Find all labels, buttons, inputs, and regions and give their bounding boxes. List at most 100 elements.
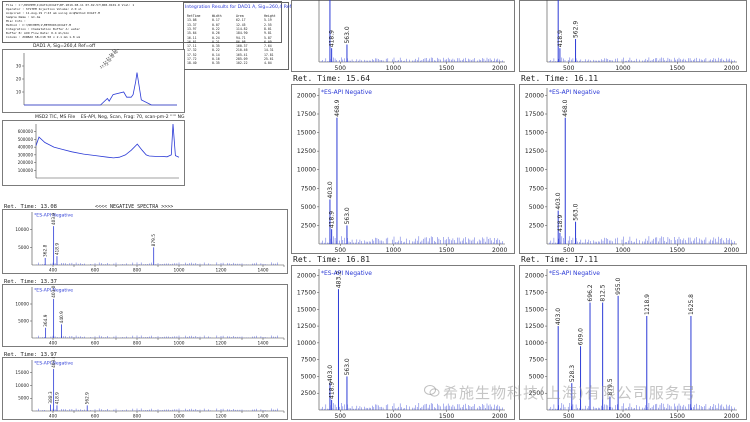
y-tick-label: 500000 [18,137,34,142]
y-tick-label: 15000 [525,130,544,137]
y-tick-label: 10000 [525,340,544,347]
rt-label-16-81: Ret. Time: 16.81 [293,255,371,264]
spectrum-top-right-partial: 500100015002000403.0418.9562.9 [519,0,747,72]
x-tick-label: 500 [335,65,347,72]
x-tick-label: 1200 [216,340,227,346]
peak-label: 403.0 [51,357,57,368]
peak-label: 955.0 [615,277,622,294]
y-tick-label: 300000 [18,152,34,157]
dad-chromatogram: 10203017.7217.5217.3218.4013.9715.64 [2,49,185,113]
report-page: File : C:\HPCHEM\1\DATA\DIGIT\BF-2019-08… [0,0,750,422]
x-tick-label: 1000 [386,413,401,420]
y-tick-label: 5000 [18,245,29,251]
peak-label: 563.0 [344,358,351,375]
integration-cell: 102.22 [236,61,248,66]
y-tick-label: 15000 [15,370,29,376]
peak-label: 468.0 [562,99,569,116]
y-tick-label: 5000 [529,204,544,211]
peak-label: 563.0 [344,26,351,43]
peak-label: 388.3 [48,391,54,404]
x-tick-label: 2000 [492,413,507,420]
peak-label: 403.0 [327,181,334,198]
es-api-label: *ES-API Negative [549,89,600,96]
peak-label: 1218.9 [644,294,651,315]
wechat-logo-icon [424,385,440,397]
x-tick-label: 400 [49,267,57,273]
y-tick-label: 12500 [525,323,544,330]
x-tick-label: 500 [335,247,347,254]
peak-label: 562.9 [573,21,580,38]
tic-chromatogram: 100000 200000 300000 400000 500000 600000 [2,120,185,186]
y-tick-label: 20000 [525,273,544,280]
peak-label: 418.9 [329,30,336,47]
x-tick-label: 400 [49,340,57,346]
y-tick-label: 20000 [525,92,544,99]
peak-label: 483.2 [335,271,342,288]
y-tick-label: 17500 [525,111,544,118]
y-tick-label: 10000 [15,301,29,307]
y-tick-label: 5000 [529,373,544,380]
peak-label: 364.9 [43,314,49,327]
spectrum-13-97: *ES-API Negative50001000015000400 600 800 1… [2,357,288,420]
peak-label: 418.9 [54,243,60,256]
peak-label: 528.3 [569,365,576,382]
peak-label: 1625.8 [688,294,695,315]
integration-cell: 0.35 [212,61,220,66]
y-tick-label: 7500 [301,185,316,192]
x-tick-label: 1400 [258,340,269,346]
x-tick-label: 1200 [216,413,227,419]
panel-frame [291,0,515,72]
peak-label: 403.0 [51,213,57,226]
x-tick-label: 1000 [174,340,185,346]
x-tick-label: 500 [335,413,347,420]
es-api-label: *ES-API Negative [321,270,372,277]
y-tick-label: 5000 [301,204,316,211]
y-tick-label: 7500 [301,357,316,364]
panel-frame [2,49,185,113]
x-tick-label: 600 [91,267,99,273]
y-tick-label: 17500 [297,290,316,297]
x-tick-label: 500 [563,413,575,420]
rt-label-16-11: Ret. Time: 16.11 [521,74,599,83]
x-tick-label: 500 [563,247,575,254]
y-tick-label: 17500 [525,290,544,297]
y-tick-label: 17500 [297,111,316,118]
peak-label: 440.9 [59,311,65,324]
peak-label: 879.5 [151,234,157,247]
y-tick-label: 200000 [18,160,34,165]
integration-cell: 4.04 [264,61,272,66]
y-tick-label: 5000 [18,396,29,402]
peak-label: 403.0 [555,308,562,325]
x-tick-label: 2000 [492,65,507,72]
x-tick-label: 1000 [615,65,630,72]
x-tick-label: 800 [133,340,141,346]
x-tick-label: 800 [133,267,141,273]
header-line: Column : ZORBAX SB-C18 50 x 2.1 mm 1.8 u… [6,35,81,39]
peak-label: 562.9 [85,392,91,405]
peak-label: 563.0 [344,207,351,224]
x-tick-label: 500 [563,65,575,72]
x-tick-label: 1500 [670,247,685,254]
spectrum-13-08: *ES-API Negative500010000400 600 800 1000 12… [2,209,288,274]
spectrum-15-64: *ES-API Negative 2500 5000 7500 10000 12500 15… [291,84,515,254]
y-tick-label: 5000 [18,318,29,324]
x-tick-label: 1500 [439,247,454,254]
x-tick-label: 1000 [615,247,630,254]
y-tick-label: 2500 [529,222,544,229]
es-api-label: *ES-API Negative [549,270,600,277]
y-tick-label: 20000 [297,273,316,280]
x-tick-label: 400 [49,413,57,419]
y-tick-label: 400000 [18,145,34,150]
rt-label-15-64: Ret. Time: 15.64 [293,74,371,83]
y-tick-label: 5000 [301,373,316,380]
spectrum-top-left-partial: 500100015002000402.9418.9563.0 [291,0,515,72]
x-tick-label: 1400 [258,267,269,273]
x-tick-label: 1500 [670,65,685,72]
peak-label: 418.9 [557,214,564,231]
y-tick-label: 7500 [529,185,544,192]
x-tick-label: 2000 [724,247,739,254]
peak-label: 418.9 [329,211,336,228]
peak-label: 403.0 [327,365,334,382]
x-tick-label: 1000 [615,413,630,420]
y-tick-label: 30 [16,64,22,69]
